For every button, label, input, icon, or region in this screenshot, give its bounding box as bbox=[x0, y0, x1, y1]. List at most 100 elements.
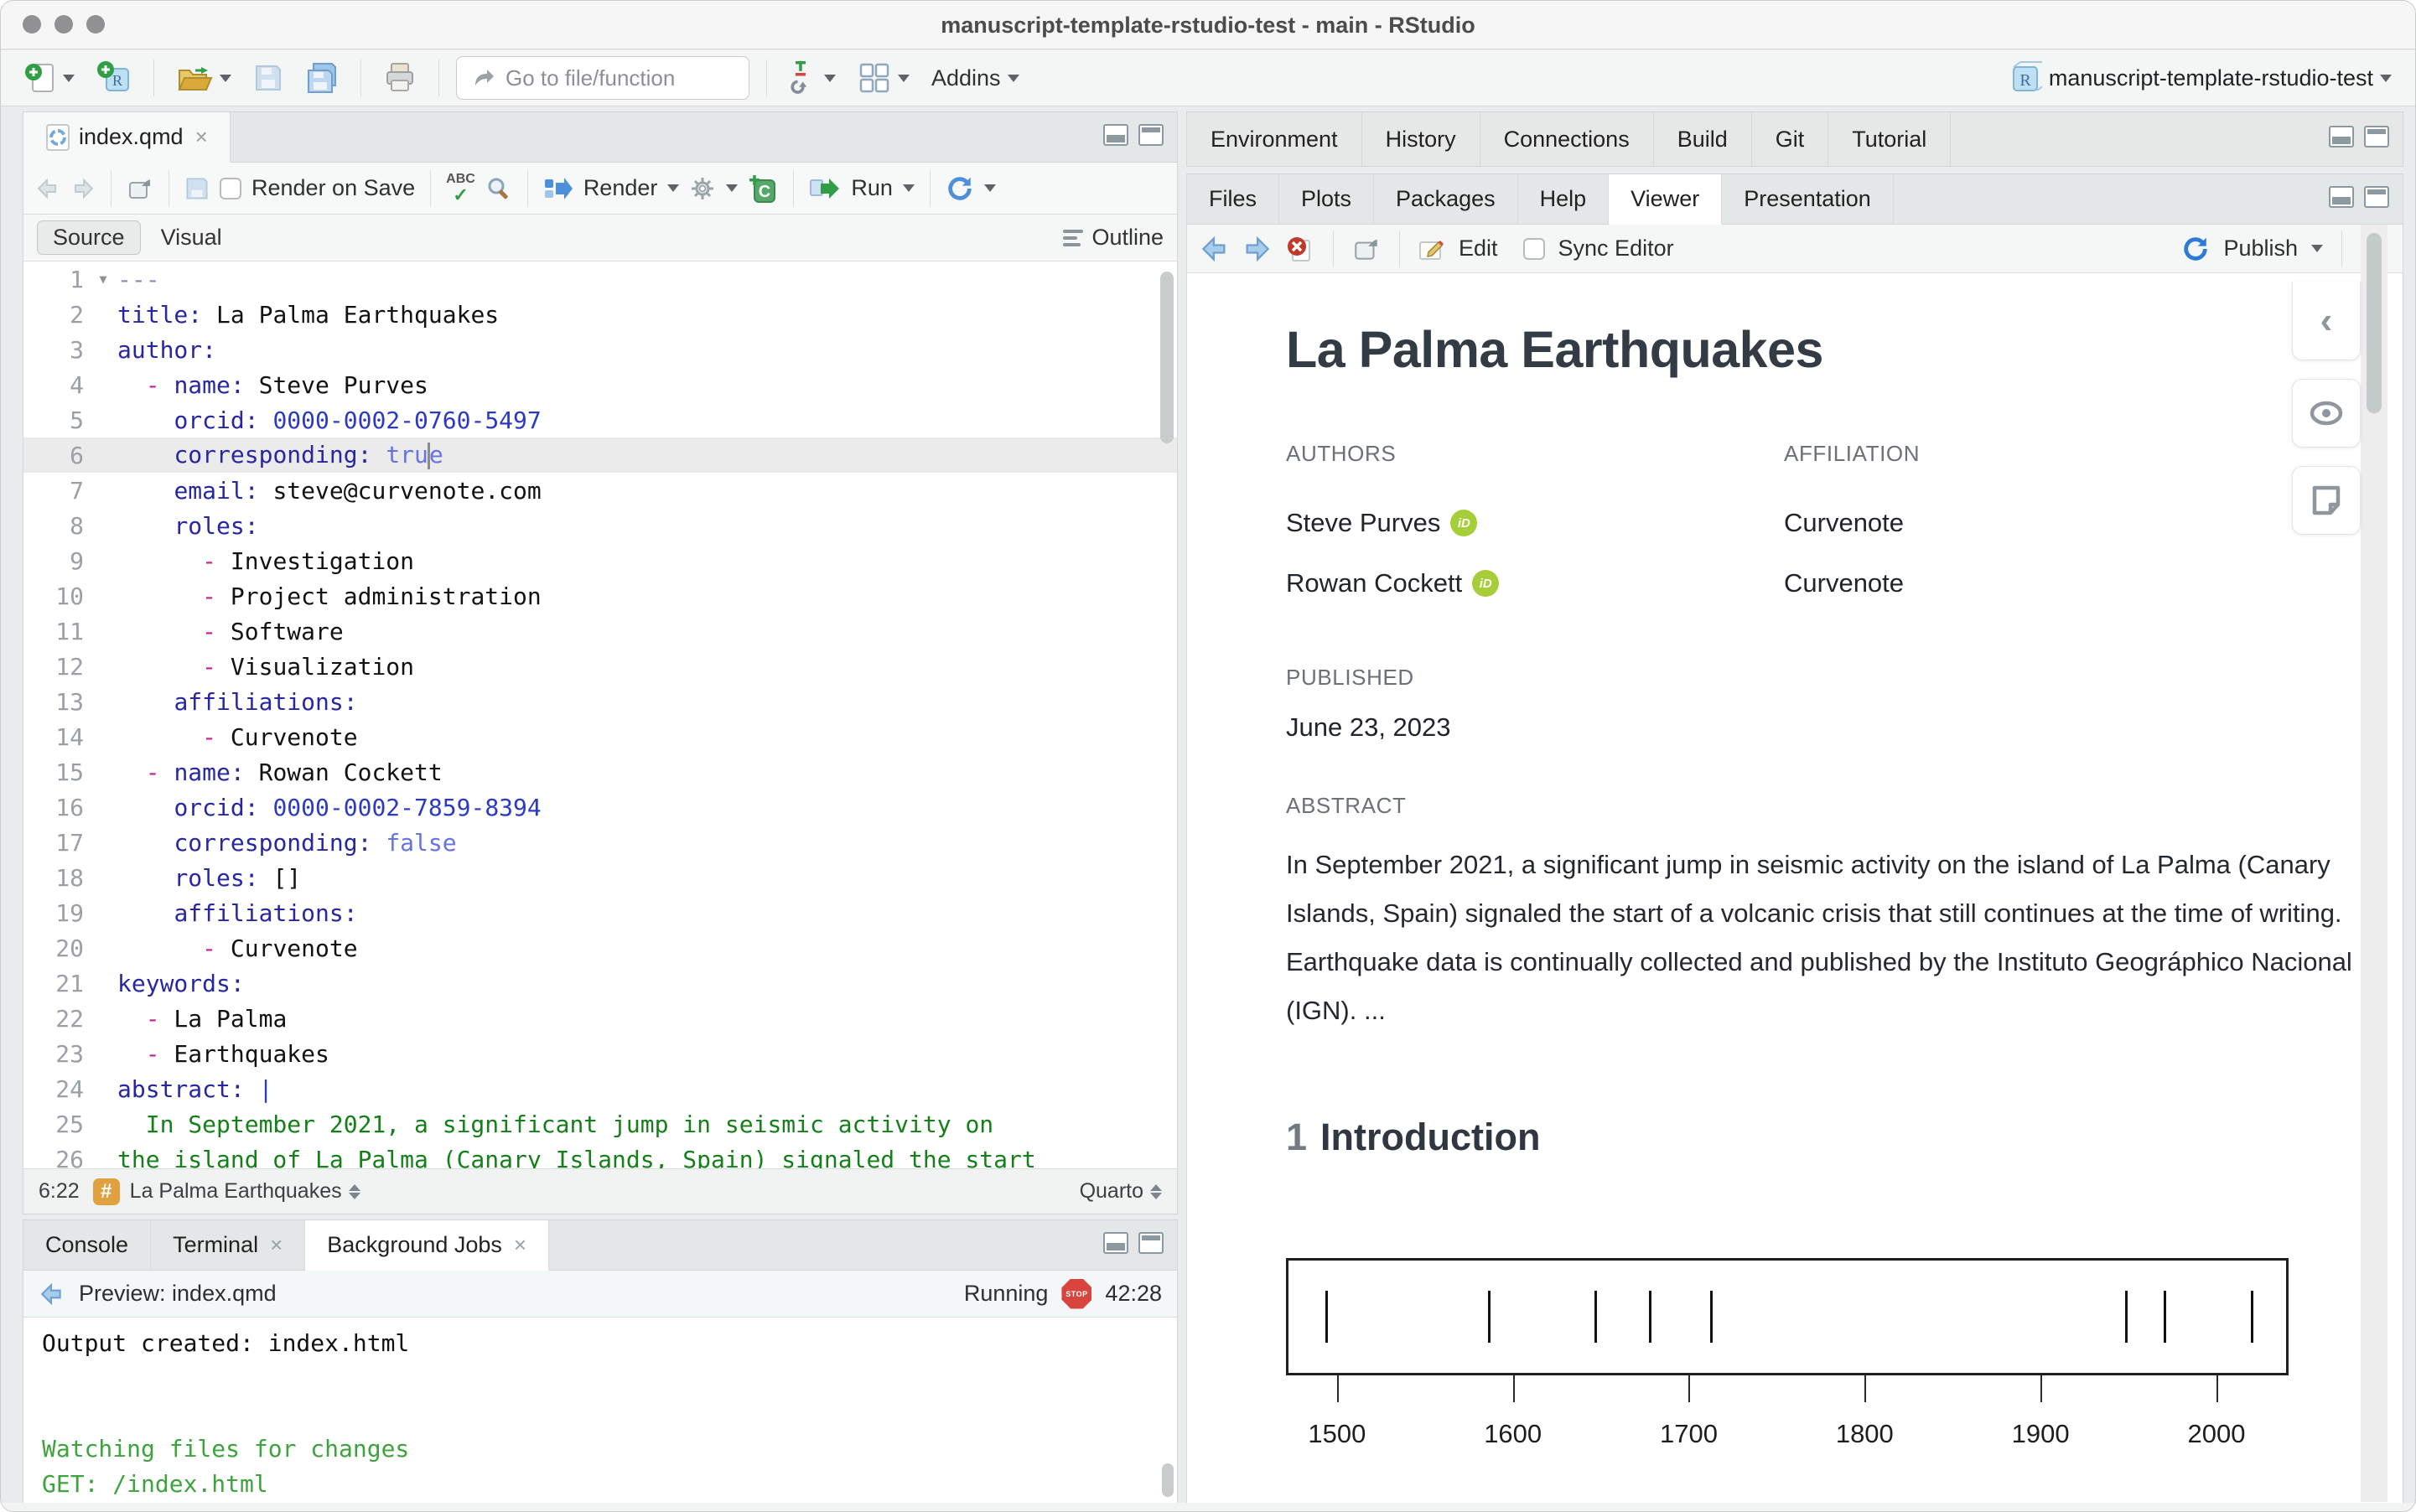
tab-index-qmd[interactable]: index.qmd × bbox=[23, 112, 231, 163]
tab-connections[interactable]: Connections bbox=[1480, 112, 1654, 166]
code-line[interactable]: 22 - La Palma bbox=[23, 1001, 1177, 1036]
caret-down-icon[interactable] bbox=[2311, 245, 2323, 252]
new-chunk-icon[interactable]: C bbox=[748, 173, 778, 204]
code-line[interactable]: 19 affiliations: bbox=[23, 895, 1177, 930]
clear-viewer-icon[interactable] bbox=[1284, 234, 1314, 264]
open-file-button[interactable] bbox=[171, 59, 236, 97]
spellcheck-icon[interactable]: ABC ✓ bbox=[446, 172, 475, 205]
code-line[interactable]: 21 keywords: bbox=[23, 966, 1177, 1001]
save-icon[interactable] bbox=[184, 176, 210, 201]
tab-console[interactable]: Console bbox=[23, 1220, 152, 1270]
visual-mode-button[interactable]: Visual bbox=[146, 221, 237, 254]
tab-plots[interactable]: Plots bbox=[1279, 174, 1375, 224]
maximize-pane-icon[interactable] bbox=[2364, 186, 2389, 208]
new-file-button[interactable] bbox=[19, 58, 80, 98]
back-icon[interactable] bbox=[1200, 236, 1229, 262]
popout-icon[interactable] bbox=[127, 176, 153, 201]
code-line[interactable]: 12 - Visualization bbox=[23, 649, 1177, 684]
code-line[interactable]: 11 - Software bbox=[23, 614, 1177, 649]
orcid-icon[interactable]: iD bbox=[1450, 510, 1478, 536]
goto-file-input[interactable] bbox=[504, 64, 735, 92]
save-all-button[interactable] bbox=[300, 59, 344, 97]
render-on-save-checkbox[interactable] bbox=[220, 177, 241, 199]
file-type-selector[interactable]: Quarto bbox=[1080, 1179, 1162, 1204]
back-icon[interactable] bbox=[39, 1282, 65, 1307]
tab-viewer[interactable]: Viewer bbox=[1609, 174, 1723, 225]
code-editor[interactable]: 1 ▼ --- 2 title: La Palma Earthquakes 3 author… bbox=[23, 261, 1177, 1170]
code-line[interactable]: 1 ▼ --- bbox=[23, 261, 1177, 297]
render-label[interactable]: Render bbox=[583, 175, 658, 201]
gear-icon[interactable] bbox=[689, 175, 716, 202]
minimize-pane-icon[interactable] bbox=[2329, 186, 2354, 208]
code-line[interactable]: 9 - Investigation bbox=[23, 543, 1177, 578]
orcid-icon[interactable]: iD bbox=[1472, 570, 1500, 597]
visual-toggle-button[interactable] bbox=[2292, 379, 2361, 448]
close-tab-icon[interactable]: × bbox=[270, 1232, 283, 1258]
project-menu-button[interactable]: R manuscript-template-rstudio-test bbox=[2004, 57, 2397, 99]
tab-packages[interactable]: Packages bbox=[1374, 174, 1518, 224]
outline-button[interactable]: Outline bbox=[1063, 225, 1164, 251]
code-line[interactable]: 6 corresponding: true bbox=[23, 438, 1177, 473]
tab-presentation[interactable]: Presentation bbox=[1722, 174, 1894, 224]
caret-down-icon[interactable] bbox=[726, 184, 739, 192]
minimize-pane-icon[interactable] bbox=[1103, 1232, 1128, 1254]
code-line[interactable]: 8 roles: bbox=[23, 508, 1177, 543]
search-icon[interactable] bbox=[485, 175, 512, 202]
forward-icon[interactable] bbox=[70, 177, 96, 200]
viewer-scrollbar-track[interactable] bbox=[2361, 225, 2387, 1502]
code-line[interactable]: 2 title: La Palma Earthquakes bbox=[23, 297, 1177, 332]
stop-job-icon[interactable]: STOP bbox=[1061, 1278, 1092, 1309]
viewer-scrollbar-thumb[interactable] bbox=[2367, 233, 2382, 413]
minimize-pane-icon[interactable] bbox=[2329, 126, 2354, 148]
workspace-panes-button[interactable] bbox=[853, 58, 915, 98]
collapse-panel-button[interactable]: ‹ bbox=[2292, 282, 2361, 360]
minimize-pane-icon[interactable] bbox=[1103, 124, 1128, 146]
tab-background-jobs[interactable]: Background Jobs × bbox=[305, 1220, 550, 1271]
tab-tutorial[interactable]: Tutorial bbox=[1828, 112, 1952, 166]
maximize-pane-icon[interactable] bbox=[1138, 1232, 1164, 1254]
tab-terminal[interactable]: Terminal × bbox=[151, 1220, 306, 1270]
viewer-document[interactable]: La Palma Earthquakes AUTHORS AFFILIATION… bbox=[1187, 273, 2403, 1504]
code-line[interactable]: 10 - Project administration bbox=[23, 578, 1177, 614]
caret-down-icon[interactable] bbox=[902, 184, 915, 192]
popout-icon[interactable] bbox=[1352, 236, 1381, 262]
code-line[interactable]: 4 - name: Steve Purves bbox=[23, 367, 1177, 402]
notes-button[interactable] bbox=[2292, 466, 2361, 535]
code-line[interactable]: 5 orcid: 0000-0002-0760-5497 bbox=[23, 402, 1177, 438]
code-line[interactable]: 7 email: steve@curvenote.com bbox=[23, 473, 1177, 508]
scope-selector[interactable]: # La Palma Earthquakes bbox=[92, 1178, 360, 1205]
code-line[interactable]: 17 corresponding: false bbox=[23, 825, 1177, 860]
code-line[interactable]: 14 - Curvenote bbox=[23, 719, 1177, 754]
console-scrollbar[interactable] bbox=[1162, 1463, 1174, 1497]
tab-files[interactable]: Files bbox=[1187, 174, 1280, 224]
code-line[interactable]: 13 affiliations: bbox=[23, 684, 1177, 719]
print-button[interactable] bbox=[378, 59, 422, 97]
publish-label[interactable]: Publish bbox=[2223, 236, 2298, 261]
maximize-pane-icon[interactable] bbox=[1138, 124, 1164, 146]
source-mode-button[interactable]: Source bbox=[37, 220, 141, 255]
edit-label[interactable]: Edit bbox=[1459, 236, 1498, 261]
tab-help[interactable]: Help bbox=[1518, 174, 1610, 224]
caret-down-icon[interactable] bbox=[667, 184, 680, 192]
code-line[interactable]: 15 - name: Rowan Cockett bbox=[23, 754, 1177, 790]
close-tab-icon[interactable]: × bbox=[195, 124, 208, 150]
back-icon[interactable] bbox=[35, 177, 60, 200]
code-line[interactable]: 3 author: bbox=[23, 332, 1177, 367]
code-line[interactable]: 18 roles: [] bbox=[23, 860, 1177, 895]
fold-arrow-icon[interactable]: ▼ bbox=[89, 272, 117, 287]
editor-scrollbar[interactable] bbox=[1160, 272, 1174, 443]
tab-build[interactable]: Build bbox=[1654, 112, 1752, 166]
code-line[interactable]: 20 - Curvenote bbox=[23, 930, 1177, 966]
code-line[interactable]: 24 abstract: | bbox=[23, 1071, 1177, 1106]
goto-file-search[interactable] bbox=[456, 56, 749, 100]
sync-editor-checkbox[interactable] bbox=[1522, 237, 1545, 260]
tab-history[interactable]: History bbox=[1362, 112, 1480, 166]
save-button[interactable] bbox=[248, 60, 288, 96]
code-line[interactable]: 26 the island of La Palma (Canary Islands… bbox=[23, 1142, 1177, 1171]
forward-icon[interactable] bbox=[1242, 236, 1271, 262]
tab-environment[interactable]: Environment bbox=[1187, 112, 1362, 166]
code-line[interactable]: 16 orcid: 0000-0002-7859-8394 bbox=[23, 790, 1177, 825]
run-label[interactable]: Run bbox=[851, 175, 893, 201]
close-tab-icon[interactable]: × bbox=[514, 1232, 526, 1258]
version-control-button[interactable] bbox=[784, 56, 841, 100]
